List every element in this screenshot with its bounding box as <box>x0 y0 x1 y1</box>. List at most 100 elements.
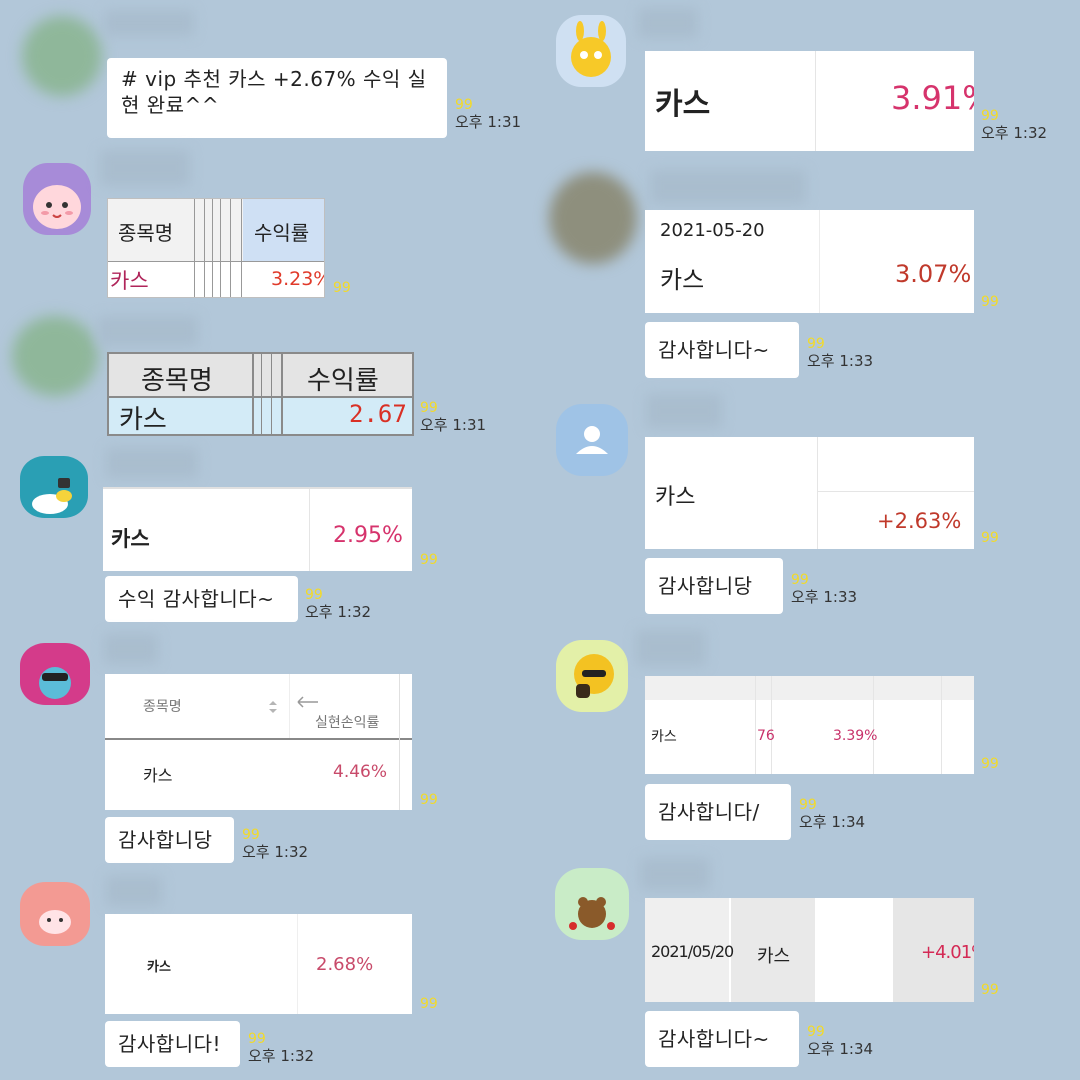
message-meta: 99 오후 1:32 <box>981 108 1047 142</box>
column-divider <box>755 676 756 774</box>
stock-name: 카스 <box>757 946 791 967</box>
sender-name-blurred <box>636 630 706 666</box>
column-divider <box>271 354 272 434</box>
col-header-return: 수익률 <box>307 366 379 396</box>
column-divider <box>204 199 205 297</box>
col-header-return: 실현손익률 <box>315 715 380 731</box>
col-header-stock: 종목명 <box>141 366 213 396</box>
timestamp: 오후 1:34 <box>799 813 866 831</box>
message-text: 감사합니당 <box>658 574 753 598</box>
sender-name-blurred <box>646 394 722 428</box>
stock-table-card[interactable]: 2021/05/20 카스 +4.01% <box>645 898 974 1002</box>
avatar-blurred[interactable] <box>549 172 637 264</box>
stock-name: 카스 <box>111 527 150 551</box>
bear-character-icon <box>569 897 615 930</box>
avatar-bear-character[interactable] <box>555 868 629 940</box>
unread-count: 99 <box>981 294 999 310</box>
stock-table-card[interactable]: 카스 76 3.39% <box>645 676 974 774</box>
chat-bubble[interactable]: 감사합니다~ <box>645 322 799 378</box>
stock-table-card[interactable]: 종목명 수익률 카스 2.67 <box>107 352 414 436</box>
timestamp: 오후 1:32 <box>242 843 309 861</box>
chat-bubble[interactable]: 수익 감사합니다~ <box>105 576 298 622</box>
avatar-character-thumbs-up[interactable] <box>556 640 628 712</box>
avatar-yellow-character[interactable] <box>556 15 626 87</box>
avatar-default-profile[interactable] <box>556 404 628 476</box>
unread-count: 99 <box>248 1031 266 1047</box>
column-divider <box>873 676 874 774</box>
unread-count: 99 <box>333 280 351 296</box>
timestamp: 오후 1:31 <box>455 113 522 131</box>
stock-name: 카스 <box>143 766 173 785</box>
column-divider <box>817 437 818 549</box>
message-meta: 99 오후 1:32 <box>242 827 308 861</box>
return-value: 2.67 <box>349 400 407 428</box>
chat-bubble[interactable]: 감사합니다/ <box>645 784 791 840</box>
sunglasses-character-icon <box>39 667 71 699</box>
chat-bubble[interactable]: 감사합니당 <box>105 817 234 863</box>
stock-result-card[interactable]: 카스 3.91% <box>645 51 974 151</box>
return-value: 3.39% <box>833 728 878 744</box>
stock-table-card[interactable]: 종목명 실현손익률 카스 4.46% <box>105 674 412 810</box>
message-meta: 99 오후 1:34 <box>799 797 865 831</box>
avatar-duck-character[interactable] <box>20 456 88 518</box>
message-meta: 99 오후 1:34 <box>807 1024 873 1058</box>
unread-count: 99 <box>305 587 323 603</box>
chat-bubble[interactable]: 감사합니당 <box>645 558 783 614</box>
stock-result-card[interactable]: 2021-05-20 카스 3.07% <box>645 210 974 313</box>
avatar-peach-character[interactable] <box>23 163 91 235</box>
column-divider <box>289 674 290 738</box>
column-divider <box>771 676 772 774</box>
column-divider <box>297 914 298 1014</box>
unread-count: 99 <box>807 1024 825 1040</box>
col-header-return: 수익률 <box>254 221 310 245</box>
stock-result-card[interactable]: 카스 +2.63% <box>645 437 974 549</box>
row-divider <box>108 261 324 262</box>
unread-count: 99 <box>981 982 999 998</box>
avatar-blurred[interactable] <box>12 316 98 396</box>
stock-table-card[interactable]: 종목명 수익률 카스 3.23% <box>107 198 325 298</box>
column-divider <box>194 199 195 297</box>
timestamp: 오후 1:32 <box>248 1047 315 1065</box>
person-icon <box>576 426 608 454</box>
timestamp: 오후 1:31 <box>420 416 487 434</box>
stock-name: 카스 <box>110 269 149 293</box>
column-divider <box>941 676 942 774</box>
row-divider <box>817 491 974 492</box>
sort-arrows-icon[interactable] <box>268 700 278 714</box>
arrow-left-icon[interactable] <box>297 696 319 708</box>
unread-count: 99 <box>420 552 438 568</box>
return-value: 4.46% <box>333 762 388 782</box>
sender-name-blurred <box>104 634 158 664</box>
unread-count: 99 <box>420 792 438 808</box>
cell-background <box>817 898 891 1002</box>
chat-bubble[interactable]: 감사합니다~ <box>645 1011 799 1067</box>
sender-name-blurred <box>106 876 162 906</box>
sender-name-blurred <box>650 170 806 204</box>
yellow-character-icon <box>571 21 611 77</box>
chat-bubble[interactable]: # vip 추천 카스 +2.67% 수익 실현 완료^^ <box>107 58 447 138</box>
message-meta: 99 <box>981 982 999 998</box>
duck-character-icon <box>32 478 72 514</box>
chat-bubble[interactable]: 감사합니다! <box>105 1021 240 1067</box>
avatar-blurred[interactable] <box>22 16 102 96</box>
message-text: 감사합니다~ <box>658 1027 770 1051</box>
avatar-sunglasses-character[interactable] <box>20 643 90 705</box>
column-divider <box>252 354 254 434</box>
stock-result-card[interactable]: 카스 2.95% <box>103 487 412 571</box>
message-text: 감사합니다! <box>118 1032 222 1056</box>
message-meta: 99 <box>420 552 438 568</box>
message-meta: 99 오후 1:32 <box>248 1031 314 1065</box>
column-divider <box>261 354 262 434</box>
peach-character-icon <box>33 185 81 229</box>
header-row <box>645 676 974 700</box>
stock-result-card[interactable]: 카스 2.68% <box>105 914 412 1014</box>
stock-name: 카스 <box>651 729 677 745</box>
return-value: 2.68% <box>316 954 374 975</box>
column-divider <box>399 674 400 810</box>
message-meta: 99 오후 1:32 <box>305 587 371 621</box>
avatar-peach-character[interactable] <box>20 882 90 946</box>
message-meta: 99 <box>981 530 999 546</box>
unread-count: 99 <box>420 996 438 1012</box>
column-divider <box>815 51 816 151</box>
unread-count: 99 <box>981 530 999 546</box>
